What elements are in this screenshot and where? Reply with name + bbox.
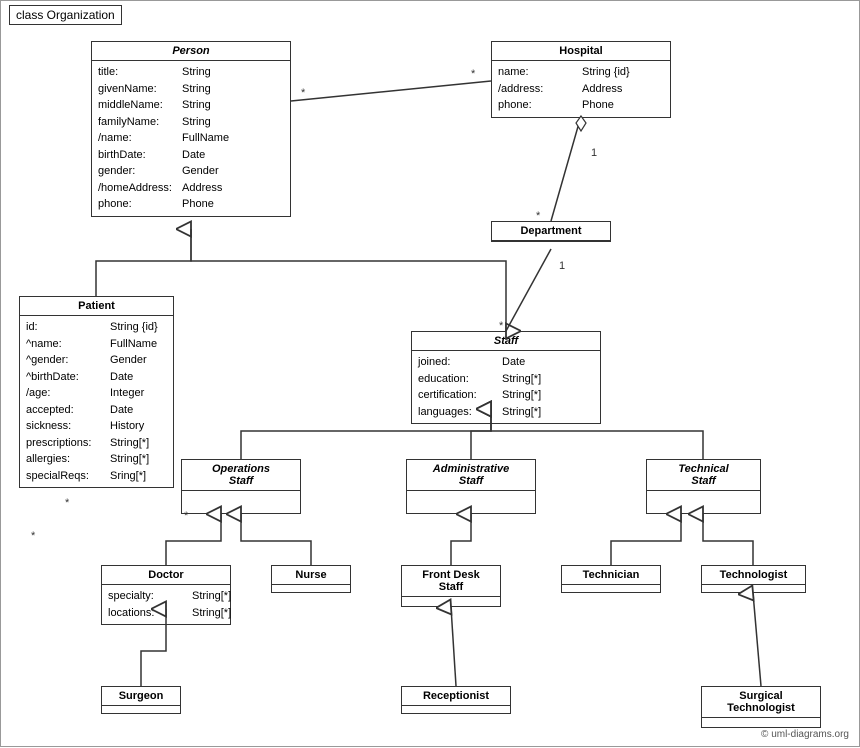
class-department-name: Department [492,222,610,241]
class-person: Person title:String givenName:String mid… [91,41,291,217]
class-doctor-name: Doctor [102,566,230,585]
class-hospital-name: Hospital [492,42,670,61]
class-surgical-technologist-name: Surgical Technologist [702,687,820,718]
class-staff: Staff joined:Date education:String[*] ce… [411,331,601,424]
svg-text:*: * [31,530,36,542]
class-patient-name: Patient [20,297,173,316]
svg-text:*: * [65,497,70,509]
class-staff-attrs: joined:Date education:String[*] certific… [412,351,600,423]
class-technologist: Technologist [701,565,806,593]
class-technical-staff: Technical Staff [646,459,761,514]
class-receptionist: Receptionist [401,686,511,714]
class-surgical-technologist: Surgical Technologist [701,686,821,728]
class-surgeon: Surgeon [101,686,181,714]
class-technical-staff-name: Technical Staff [647,460,760,491]
class-nurse: Nurse [271,565,351,593]
svg-text:*: * [471,68,476,80]
class-operations-staff: Operations Staff [181,459,301,514]
class-person-attrs: title:String givenName:String middleName… [92,61,290,216]
class-hospital: Hospital name:String {id} /address:Addre… [491,41,671,118]
diagram-container: class Organization Person title:String g… [0,0,860,747]
class-receptionist-name: Receptionist [402,687,510,706]
class-department: Department [491,221,611,242]
class-patient-attrs: id:String {id} ^name:FullName ^gender:Ge… [20,316,173,487]
class-operations-staff-name: Operations Staff [182,460,300,491]
class-hospital-attrs: name:String {id} /address:Address phone:… [492,61,670,117]
svg-text:1: 1 [591,147,597,159]
class-front-desk: Front Desk Staff [401,565,501,607]
class-admin-staff: Administrative Staff [406,459,536,514]
class-technician: Technician [561,565,661,593]
svg-text:1: 1 [559,260,565,272]
class-doctor: Doctor specialty:String[*] locations:Str… [101,565,231,625]
class-front-desk-name: Front Desk Staff [402,566,500,597]
copyright: © uml-diagrams.org [761,729,849,740]
class-surgeon-name: Surgeon [102,687,180,706]
class-doctor-attrs: specialty:String[*] locations:String[*] [102,585,230,624]
svg-text:*: * [301,87,306,99]
class-patient: Patient id:String {id} ^name:FullName ^g… [19,296,174,488]
class-staff-name: Staff [412,332,600,351]
class-technician-name: Technician [562,566,660,585]
diagram-title: class Organization [9,5,122,25]
class-nurse-name: Nurse [272,566,350,585]
class-person-name: Person [92,42,290,61]
class-technologist-name: Technologist [702,566,805,585]
class-admin-staff-name: Administrative Staff [407,460,535,491]
